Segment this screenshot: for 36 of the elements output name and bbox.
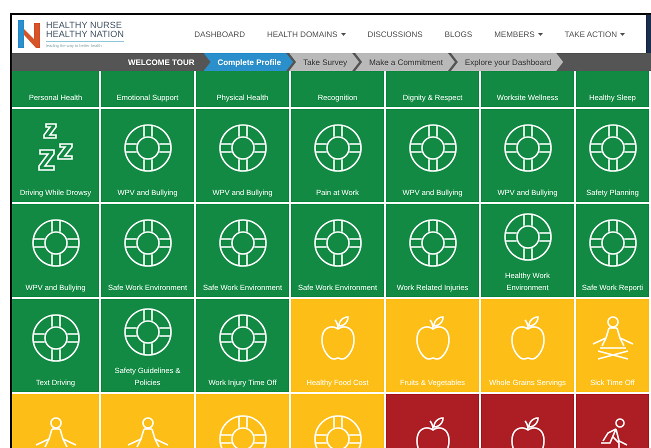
lifebuoy-icon	[30, 218, 80, 268]
lifebuoy-icon	[312, 123, 362, 173]
nav-link[interactable]: BLOGS	[434, 30, 484, 38]
apple-icon	[320, 315, 356, 361]
nav-link[interactable]: TAKE ACTION	[554, 30, 636, 38]
lifebuoy-icon	[408, 123, 458, 173]
lifebuoy-icon	[218, 218, 268, 268]
brand-name: HEALTHY NATION	[46, 30, 124, 38]
lifebuoy-icon	[30, 313, 80, 363]
logo-icon	[16, 17, 42, 51]
lifebuoy-icon	[312, 218, 362, 268]
tour-step[interactable]: Take Survey	[289, 53, 360, 71]
apple-icon	[510, 315, 546, 361]
tour-step[interactable]: Make a Commitment	[355, 53, 455, 71]
lifebuoy-icon	[502, 123, 552, 173]
header-edge	[646, 15, 651, 53]
brand-name: HEALTHY NURSE	[46, 20, 123, 30]
lifebuoy-icon	[218, 313, 268, 363]
lifebuoy-icon	[122, 218, 172, 268]
nav-link[interactable]: MEMBERS	[483, 30, 554, 38]
lifebuoy-icon	[122, 307, 172, 357]
lifebuoy-icon	[502, 212, 552, 262]
tour-step[interactable]: Explore your Dashboard	[450, 53, 564, 71]
nav-link[interactable]: HEALTH DOMAINS	[256, 30, 357, 38]
tour-step[interactable]: Complete Profile	[204, 53, 294, 71]
nav-link[interactable]: DISCUSSIONS	[356, 30, 434, 38]
meditation-icon	[590, 315, 636, 361]
lifebuoy-icon	[588, 123, 638, 173]
lifebuoy-icon	[588, 218, 638, 268]
apple-icon	[414, 315, 450, 361]
sleep-icon	[38, 122, 74, 174]
nav-link[interactable]: DASHBOARD	[183, 30, 256, 38]
lifebuoy-icon	[408, 218, 458, 268]
lifebuoy-icon	[218, 123, 268, 173]
lifebuoy-icon	[122, 123, 172, 173]
tour-title: WELCOME TOUR	[128, 58, 195, 66]
